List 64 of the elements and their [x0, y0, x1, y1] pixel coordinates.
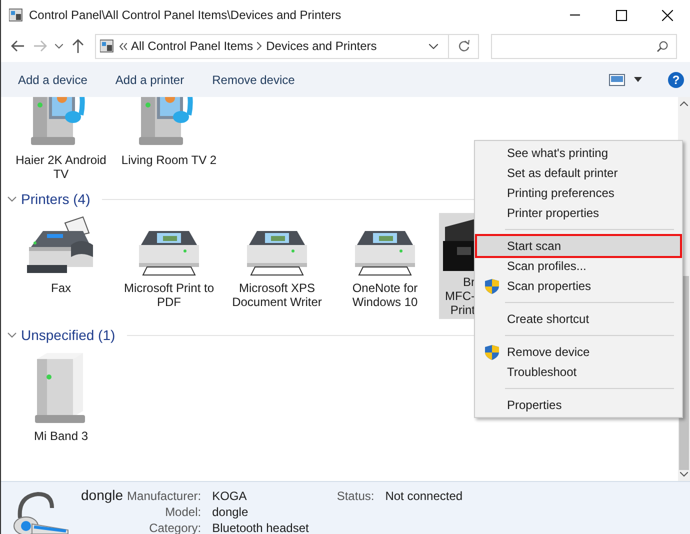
device-tile[interactable]: Microsoft XPS Document Writer — [223, 213, 331, 319]
chevron-right-icon[interactable] — [257, 42, 262, 50]
device-label: Haier 2K Android TV — [14, 153, 108, 181]
menu-item[interactable]: Properties — [477, 395, 680, 415]
group-header[interactable]: Unspecified (1) — [21, 327, 116, 343]
field-value: Not connected — [385, 488, 463, 504]
device-label: Microsoft XPS Document Writer — [231, 281, 323, 309]
device-label: Br MFC- Print — [445, 275, 475, 317]
menu-item[interactable]: See what's printing — [477, 143, 680, 163]
menu-item[interactable]: Remove device — [477, 342, 680, 362]
caret-down-icon[interactable] — [634, 77, 642, 82]
device-label: Fax — [50, 281, 71, 295]
field-label: Status: — [336, 488, 374, 504]
device-label: Microsoft Print to PDF — [122, 281, 216, 309]
chevron-down-icon[interactable] — [7, 330, 17, 340]
menu-item[interactable]: Start scan — [477, 236, 680, 256]
group-header[interactable]: Printers (4) — [21, 191, 90, 207]
device-label: Mi Band 3 — [34, 429, 88, 443]
control-panel-icon — [100, 39, 114, 53]
menu-item[interactable]: Set as default printer — [477, 163, 680, 183]
device-tile[interactable]: Living Room TV 2 — [115, 97, 223, 183]
close-icon[interactable] — [662, 10, 672, 20]
menu-item[interactable]: Printing preferences — [477, 183, 680, 203]
chevron-down-icon[interactable] — [429, 44, 438, 48]
device-label: Living Room TV 2 — [121, 153, 217, 167]
breadcrumb[interactable]: All Control Panel Items — [127, 39, 258, 53]
toolbar-button[interactable]: Add a device — [9, 68, 96, 90]
device-tile[interactable]: Haier 2K Android TV — [7, 97, 115, 183]
toolbar-button[interactable]: Remove device — [203, 68, 304, 90]
window-title: Control Panel\All Control Panel Items\Devices and Printers — [29, 8, 342, 22]
field-value: dongle — [212, 504, 250, 520]
refresh-icon[interactable] — [458, 40, 470, 52]
view-icon[interactable] — [609, 74, 625, 86]
scroll-up-icon[interactable] — [680, 101, 688, 106]
up-arrow-icon[interactable] — [72, 39, 84, 53]
menu-item[interactable]: Troubleshoot — [477, 362, 680, 382]
field-value: KOGA — [212, 488, 248, 504]
help-button[interactable]: ? — [668, 72, 684, 88]
device-tile[interactable]: Mi Band 3 — [7, 349, 115, 445]
maximize-icon[interactable] — [616, 10, 626, 20]
toolbar-button[interactable]: Add a printer — [106, 68, 194, 90]
search-field[interactable] — [491, 34, 677, 58]
field-label: Manufacturer: — [127, 488, 202, 504]
device-tile[interactable]: OneNote for Windows 10 — [331, 213, 439, 319]
menu-item[interactable]: Printer properties — [477, 203, 680, 223]
device-name: dongle — [81, 487, 124, 505]
scroll-down-icon[interactable] — [680, 472, 688, 477]
back-arrow-icon[interactable] — [11, 40, 25, 52]
device-tile[interactable]: Br MFC- Print — [439, 213, 475, 319]
breadcrumb[interactable]: Devices and Printers — [262, 39, 381, 53]
menu-item[interactable]: Create shortcut — [477, 309, 680, 329]
field-label: Model: — [164, 504, 202, 520]
control-panel-icon — [9, 8, 23, 22]
device-tile[interactable]: Microsoft Print to PDF — [115, 213, 223, 319]
chevron-down-icon[interactable] — [7, 194, 17, 204]
chevron-down-icon[interactable] — [55, 44, 63, 48]
double-chevron-icon[interactable] — [119, 42, 127, 50]
menu-item[interactable]: Scan properties — [477, 276, 680, 296]
address-bar[interactable]: All Control Panel Items Devices and Printers — [95, 34, 479, 58]
field-value: Bluetooth headset — [212, 520, 309, 534]
device-label: OneNote for Windows 10 — [351, 281, 419, 309]
menu-item[interactable]: Scan profiles... — [477, 256, 680, 276]
device-tile[interactable]: Fax — [7, 213, 115, 319]
search-icon — [657, 40, 668, 52]
